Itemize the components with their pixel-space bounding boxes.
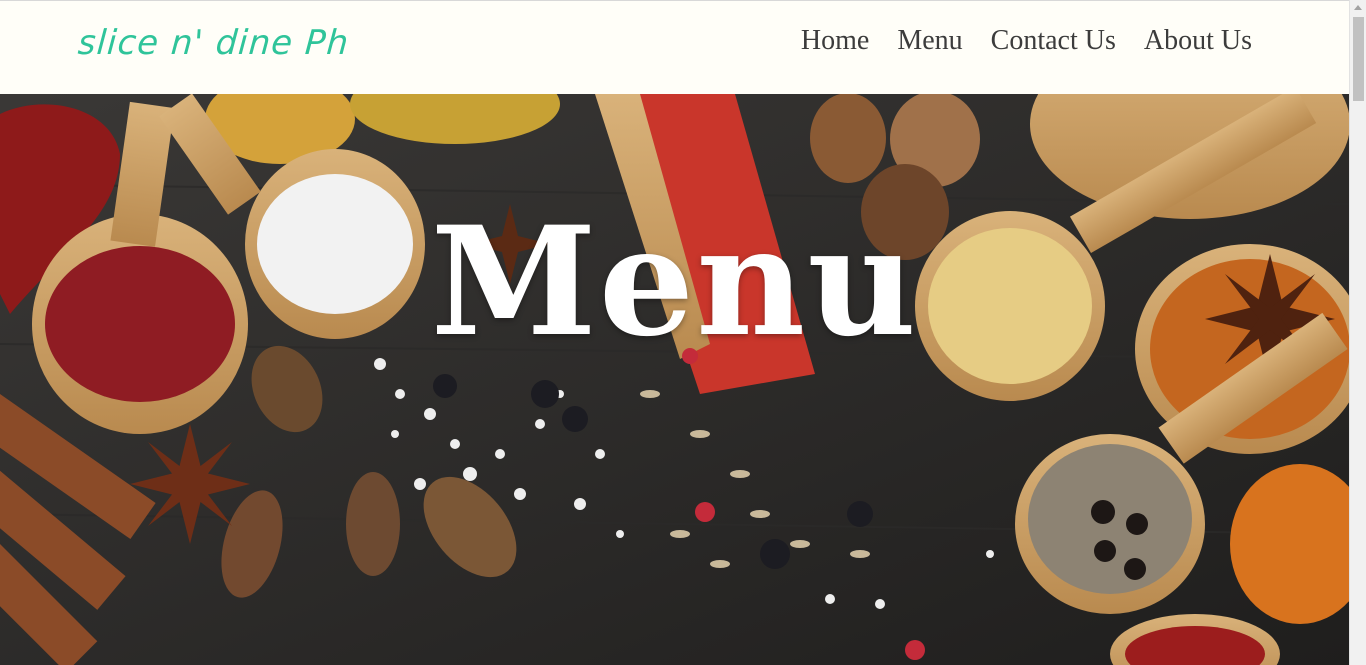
- page-scrollbar[interactable]: [1349, 0, 1366, 665]
- main-nav: Home Menu Contact Us About Us: [801, 25, 1252, 57]
- nav-home-link[interactable]: Home: [801, 25, 869, 57]
- nav-menu-link[interactable]: Menu: [897, 25, 962, 57]
- hero-title: Menu: [430, 194, 919, 370]
- scroll-up-arrow-icon[interactable]: [1354, 5, 1362, 10]
- scroll-thumb[interactable]: [1353, 17, 1364, 101]
- nav-contact-link[interactable]: Contact Us: [991, 25, 1116, 57]
- spices-background-image: [0, 94, 1349, 665]
- nav-about-link[interactable]: About Us: [1144, 25, 1252, 57]
- site-logo[interactable]: slice n' dine Ph: [77, 23, 351, 63]
- hero-banner: Menu: [0, 94, 1349, 665]
- top-navbar: slice n' dine Ph Home Menu Contact Us Ab…: [0, 0, 1349, 94]
